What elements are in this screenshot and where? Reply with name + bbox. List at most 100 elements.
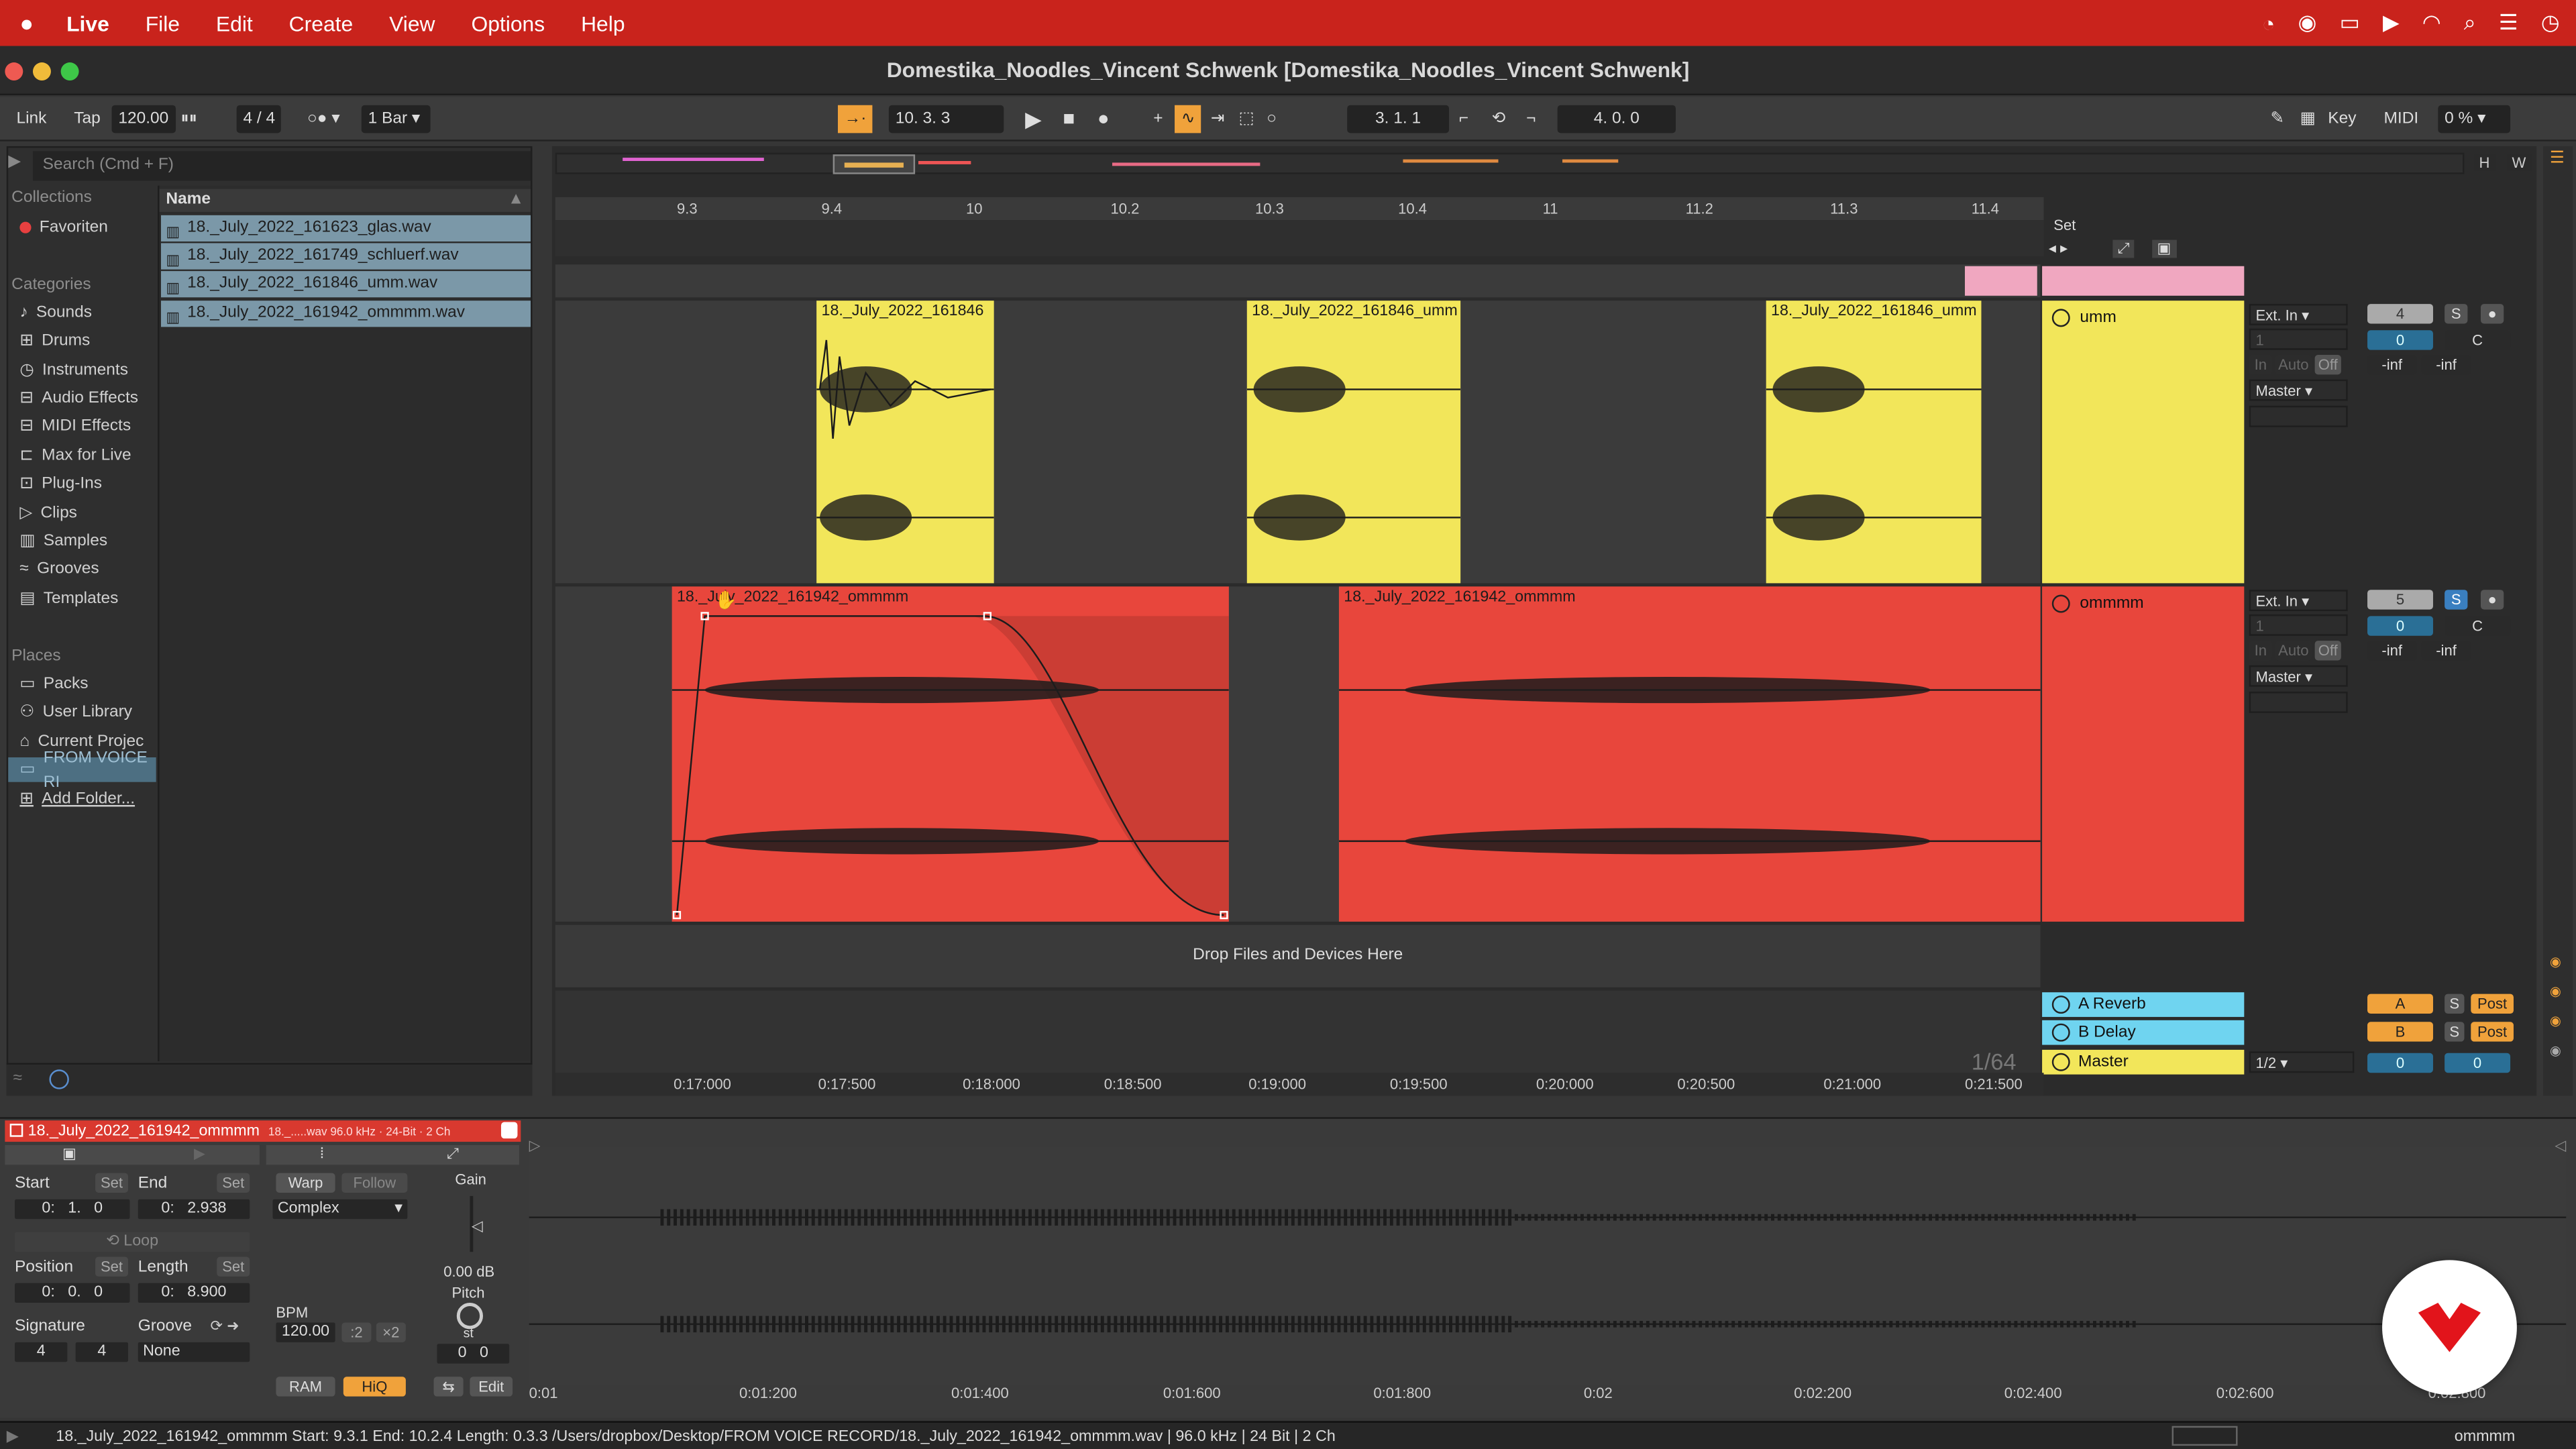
capture-icon[interactable]: ⬚	[1232, 105, 1261, 133]
end-marker-icon[interactable]: ◁	[2555, 1137, 2566, 1155]
length-set-button[interactable]: Set	[217, 1256, 250, 1277]
add-folder-link[interactable]: ⊞ Add Folder...	[19, 787, 135, 812]
edit-button[interactable]: Edit	[470, 1377, 513, 1397]
loop-start-field[interactable]: 3. 1. 1	[1347, 105, 1450, 133]
menu-edit[interactable]: Edit	[216, 11, 253, 36]
solo-button[interactable]: S	[2445, 590, 2468, 610]
key-map-button[interactable]: Key	[2321, 105, 2363, 133]
loop-length-field[interactable]: 4. 0. 0	[1557, 105, 1676, 133]
nudge-icon[interactable]: ⏸︎⏸︎	[174, 105, 204, 133]
return-track-b-delay[interactable]: B Delay	[2042, 1020, 2245, 1045]
sidebar-item-grooves[interactable]: ≈ Grooves	[19, 557, 99, 582]
name-column-header[interactable]: Name ▲	[159, 189, 531, 212]
end-set-button[interactable]: Set	[217, 1173, 250, 1193]
signature-denominator-field[interactable]: 4	[75, 1342, 129, 1362]
draw-mode-icon[interactable]: ✎	[2264, 105, 2291, 133]
master-track[interactable]: Master	[2042, 1049, 2245, 1075]
arm-button[interactable]: ●	[2480, 304, 2504, 324]
volume-field[interactable]: 0	[2367, 330, 2433, 350]
metronome-icon[interactable]: ○● ▾	[301, 105, 346, 133]
sidebar-item-instruments[interactable]: ◷ Instruments	[19, 358, 128, 383]
stop-icon[interactable]: ■	[1057, 105, 1081, 133]
output-channel-dropdown[interactable]	[2249, 692, 2348, 713]
groove-hot-swap-icon[interactable]: ⟳ ➜	[210, 1318, 239, 1336]
menu-file[interactable]: File	[146, 11, 180, 36]
monitor-auto-button[interactable]: Auto	[2275, 641, 2312, 661]
automation-arm-icon[interactable]: ∿	[1175, 105, 1202, 133]
end-field[interactable]: 0: 2.938	[138, 1199, 250, 1220]
play-status-icon[interactable]: ▶	[2383, 10, 2399, 36]
arm-button[interactable]: ●	[2480, 590, 2504, 610]
play-icon[interactable]: ▶	[1018, 105, 1048, 133]
close-window-button[interactable]	[5, 62, 23, 81]
volume-field[interactable]: 0	[2367, 616, 2433, 636]
crossfade-icon[interactable]: ◉	[2550, 1043, 2561, 1058]
status-scroll-thumb[interactable]	[2171, 1426, 2238, 1446]
signature-numerator-field[interactable]: 4	[15, 1342, 68, 1362]
output-channel-dropdown[interactable]	[2249, 405, 2348, 427]
send-b-button[interactable]: B	[2367, 1022, 2433, 1042]
search-icon[interactable]: ⌕	[2464, 10, 2476, 36]
status-app-icon[interactable]: ◔	[2262, 11, 2275, 36]
return-a-post[interactable]: Post	[2471, 994, 2514, 1014]
sidebar-item-user-library[interactable]: ⚇ User Library	[19, 700, 132, 724]
pan-field[interactable]: C	[2445, 616, 2511, 636]
preview-toggle-button[interactable]	[49, 1069, 69, 1089]
output-dropdown[interactable]: Master ▾	[2249, 665, 2348, 687]
return-b-post[interactable]: Post	[2471, 1022, 2514, 1042]
sidebar-item-templates[interactable]: ▤ Templates	[19, 586, 118, 611]
length-field[interactable]: 0: 8.900	[138, 1283, 250, 1303]
monitor-auto-button[interactable]: Auto	[2275, 354, 2312, 375]
browser-search-input[interactable]: Search (Cmd + F)	[32, 151, 531, 181]
creative-cloud-icon[interactable]: ◉	[2298, 10, 2317, 36]
clip-box-icon[interactable]: ▣	[62, 1145, 76, 1163]
browser-toggle-icon[interactable]: ▶	[8, 153, 21, 171]
cue-out-dropdown[interactable]: 1/2 ▾	[2249, 1051, 2355, 1073]
monitor-off-button[interactable]: Off	[2314, 641, 2341, 661]
arrangement-overview[interactable]	[555, 152, 2465, 174]
input-type-dropdown[interactable]: Ext. In ▾	[2249, 304, 2348, 325]
locator-lane[interactable]	[555, 220, 2044, 257]
output-dropdown[interactable]: Master ▾	[2249, 379, 2348, 401]
start-field[interactable]: 0: 1. 0	[15, 1199, 130, 1220]
time-signature-field[interactable]: 4 / 4	[236, 105, 282, 133]
input-channel-dropdown[interactable]: 1	[2249, 328, 2348, 350]
pink-clip[interactable]	[1965, 266, 2037, 296]
zoom-window-button[interactable]	[60, 62, 79, 81]
ram-button[interactable]: RAM	[276, 1377, 335, 1397]
audio-clip[interactable]: 18._July_2022_161846_umm	[1766, 301, 1982, 584]
control-center-icon[interactable]: ☰	[2499, 10, 2518, 36]
audio-clip[interactable]: 18._July_2022_161942_ommmm	[1338, 586, 2041, 922]
battery-icon[interactable]: ▭	[2340, 10, 2360, 36]
groove-dropdown[interactable]: None	[138, 1342, 250, 1362]
sidebar-item-favorites[interactable]: Favoriten	[19, 215, 108, 240]
master-volume-field[interactable]: 0	[2367, 1053, 2433, 1073]
launch-box-icon[interactable]: ▶	[194, 1145, 205, 1163]
clip-activator-icon[interactable]	[9, 1124, 23, 1137]
return-b-solo[interactable]: S	[2445, 1022, 2465, 1042]
list-item[interactable]: ▥ 18._July_2022_161749_schluerf.wav	[161, 243, 531, 270]
height-toggle-button[interactable]: H	[2474, 154, 2495, 171]
overdub-icon[interactable]: +	[1146, 105, 1169, 133]
set-locator-button[interactable]: Set	[2053, 217, 2076, 233]
mixer-icon[interactable]: ◉	[2550, 1014, 2561, 1028]
monitor-in-button[interactable]: In	[2249, 354, 2272, 375]
track-activator-button[interactable]: 5	[2367, 590, 2433, 610]
menu-create[interactable]: Create	[289, 11, 354, 36]
minimize-window-button[interactable]	[32, 62, 51, 81]
sidebar-item-drums[interactable]: ⊞ Drums	[19, 329, 90, 354]
apple-icon[interactable]: ●	[19, 10, 34, 36]
return-track-a-reverb[interactable]: A Reverb	[2042, 992, 2245, 1017]
audio-clip-selected[interactable]: 18._July_2022_161942_ommmm ✋	[672, 586, 1229, 922]
sample-editor[interactable]: ▷ ◁	[529, 1137, 2567, 1385]
follow-button[interactable]: Follow	[341, 1173, 408, 1193]
start-marker-icon[interactable]: ▷	[529, 1137, 541, 1155]
send-a-button[interactable]: A	[2367, 994, 2433, 1014]
warp-button[interactable]: Warp	[276, 1173, 335, 1193]
sample-box-icon[interactable]: ⦙	[321, 1145, 324, 1163]
link-button[interactable]: Link	[10, 105, 54, 133]
quantize-dropdown[interactable]: 1 Bar ▾	[361, 105, 431, 133]
beat-time-ruler[interactable]: 9.3 9.4 10 10.2 10.3 10.4 11 11.2 11.3 1…	[555, 197, 2044, 221]
back-to-arrangement-icon[interactable]: ⇥	[1204, 105, 1231, 133]
list-item[interactable]: ▥ 18._July_2022_161942_ommmm.wav	[161, 301, 531, 327]
